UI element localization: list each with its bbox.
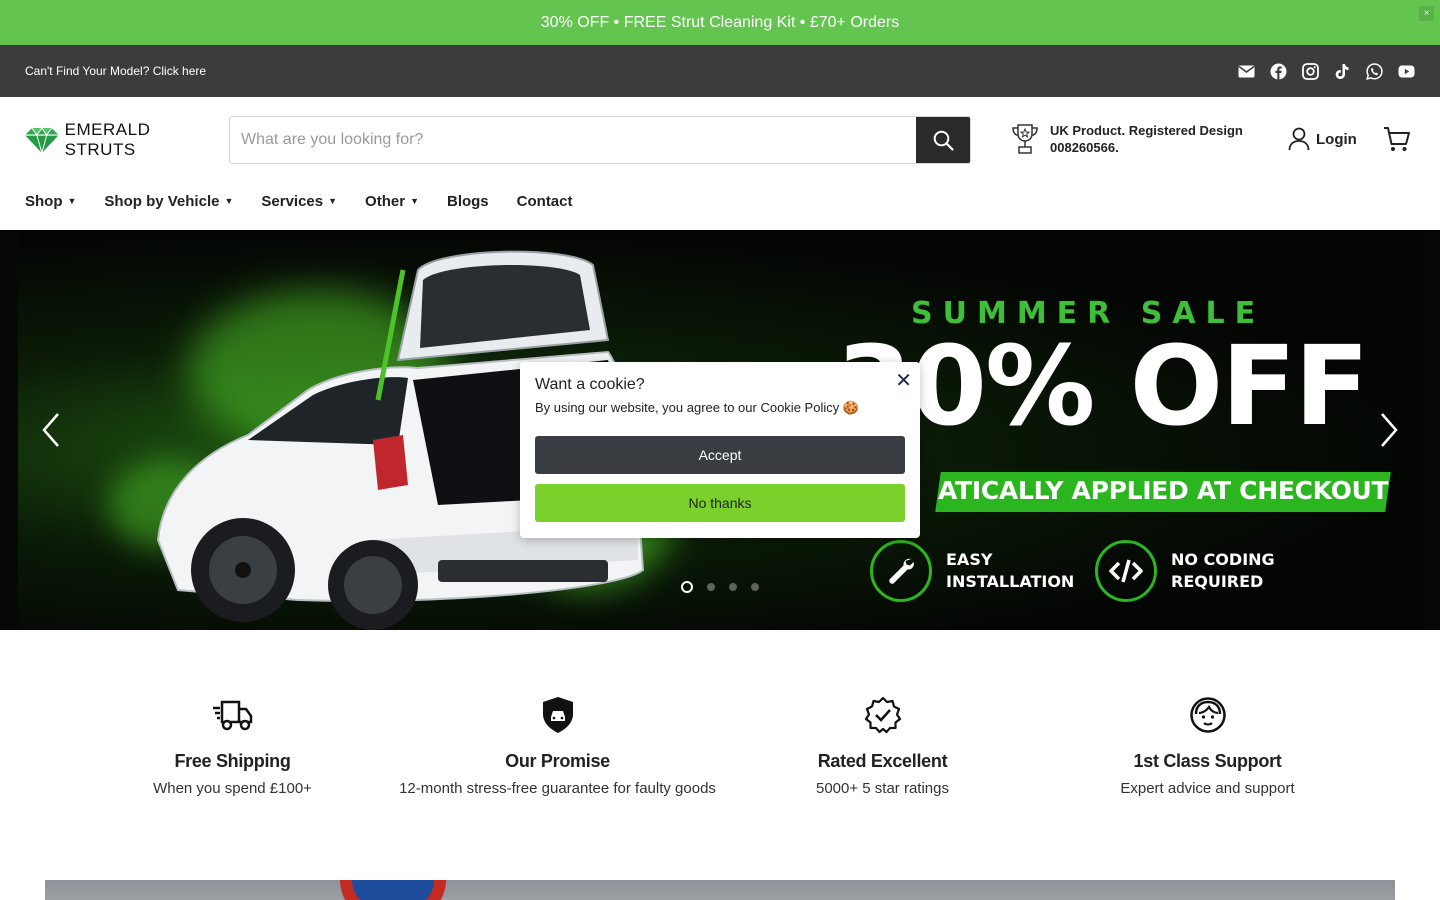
feature-text: NO CODING REQUIRED (1171, 549, 1291, 593)
slide-dot-1[interactable] (681, 581, 693, 593)
login-link[interactable]: Login (1288, 127, 1357, 151)
benefit-text: When you spend £100+ (153, 780, 312, 797)
slide-dot-4[interactable] (751, 583, 759, 591)
feature-line: EASY (946, 550, 993, 569)
search-input[interactable] (230, 117, 916, 163)
site-header: EMERALD STRUTS UK Product. Registered De… (0, 97, 1440, 183)
nav-item-other[interactable]: Other ▼ (365, 193, 419, 210)
chevron-right-icon (1381, 413, 1398, 447)
email-icon[interactable] (1237, 62, 1255, 80)
nav-item-shop-by-vehicle[interactable]: Shop by Vehicle ▼ (104, 193, 233, 210)
feature-line: NO CODING (1171, 550, 1275, 569)
nav-item-shop[interactable]: Shop ▼ (25, 193, 76, 210)
benefit-our-promise: Our Promise 12-month stress-free guarant… (395, 695, 720, 799)
login-label: Login (1316, 130, 1357, 148)
benefit-title: Our Promise (505, 751, 610, 771)
emerald-gem-icon (25, 127, 59, 153)
nav-item-services[interactable]: Services ▼ (261, 193, 337, 210)
trophy-icon (1012, 124, 1038, 154)
benefit-title: Free Shipping (174, 751, 291, 771)
chevron-down-icon: ▼ (328, 196, 338, 206)
benefit-title: Rated Excellent (817, 751, 948, 771)
announcement-text: 30% OFF • FREE Strut Cleaning Kit • £70+… (540, 13, 900, 31)
cookie-text: By using our website, you agree to our C… (535, 400, 860, 415)
benefit-free-shipping: Free Shipping When you spend £100+ (70, 695, 395, 799)
nav-label: Contact (516, 192, 573, 210)
feature-no-coding: NO CODING REQUIRED (1095, 540, 1291, 602)
tiktok-icon[interactable] (1333, 62, 1351, 80)
close-icon[interactable]: ✕ (895, 368, 912, 393)
road-sign-image (340, 880, 446, 900)
nav-label: Services (261, 192, 324, 210)
chevron-down-icon: ▼ (224, 196, 234, 206)
usp-text: UK Product. Registered Design 008260566. (1050, 123, 1243, 155)
search-button[interactable] (916, 117, 970, 163)
search-bar (229, 116, 971, 164)
code-icon (1095, 540, 1157, 602)
promo-banner-image[interactable] (45, 880, 1395, 900)
chevron-down-icon: ▼ (67, 196, 77, 206)
accept-cookies-button[interactable]: Accept (535, 436, 905, 474)
benefit-support: 1st Class Support Expert advice and supp… (1045, 695, 1370, 799)
next-slide-button[interactable] (1378, 410, 1400, 455)
support-agent-icon (1189, 695, 1227, 735)
nav-item-contact[interactable]: Contact (517, 193, 573, 210)
whatsapp-icon[interactable] (1365, 62, 1383, 80)
facebook-icon[interactable] (1269, 62, 1287, 80)
cookie-title: Want a cookie? (535, 376, 645, 393)
slide-dot-2[interactable] (707, 583, 715, 591)
logo-text: EMERALD STRUTS (64, 120, 151, 159)
sale-strip-text: ATICALLY APPLIED AT CHECKOUT (938, 476, 1389, 505)
feature-easy-installation: EASY INSTALLATION (870, 540, 1075, 602)
decline-cookies-button[interactable]: No thanks (535, 484, 905, 522)
benefit-text: Expert advice and support (1120, 780, 1295, 797)
slide-dot-3[interactable] (729, 583, 737, 591)
nav-label: Other (365, 192, 406, 210)
nav-label: Blogs (446, 192, 489, 210)
cart-icon (1384, 127, 1410, 151)
wrench-icon (870, 540, 932, 602)
nav-label: Shop by Vehicle (104, 192, 220, 210)
site-logo[interactable]: EMERALD STRUTS (25, 120, 225, 160)
nav-item-blogs[interactable]: Blogs (447, 193, 489, 210)
benefit-text: 5000+ 5 star ratings (815, 780, 949, 797)
utility-bar: Can't Find Your Model? Click here (0, 45, 1440, 97)
verified-badge-icon (864, 695, 902, 735)
nav-label: Shop (25, 192, 63, 210)
road-sign-inner (352, 880, 434, 900)
announcement-bar: 30% OFF • FREE Strut Cleaning Kit • £70+… (0, 0, 1440, 45)
search-icon (933, 130, 954, 151)
cookie-consent-dialog: Want a cookie? By using our website, you… (520, 362, 920, 538)
user-icon (1288, 127, 1310, 151)
benefit-rated-excellent: Rated Excellent 5000+ 5 star ratings (720, 695, 1045, 799)
delivery-truck-icon (212, 695, 254, 735)
main-nav: Shop ▼ Shop by Vehicle ▼ Services ▼ Other ▼ … (25, 183, 573, 219)
feature-text: EASY INSTALLATION (946, 549, 1075, 593)
benefit-title: 1st Class Support (1133, 751, 1282, 771)
chevron-left-icon (42, 413, 59, 447)
cart-button[interactable] (1383, 126, 1411, 157)
instagram-icon[interactable] (1301, 62, 1319, 80)
close-announcement-button[interactable]: × (1419, 6, 1434, 21)
shield-car-icon (542, 695, 574, 735)
social-links (1237, 62, 1415, 80)
registered-design-usp: UK Product. Registered Design 008260566. (1010, 122, 1250, 156)
benefit-text: 12-month stress-free guarantee for fault… (399, 780, 716, 797)
previous-slide-button[interactable] (40, 410, 62, 455)
feature-line: INSTALLATION (946, 572, 1075, 591)
youtube-icon[interactable] (1397, 62, 1415, 80)
chevron-down-icon: ▼ (410, 196, 419, 206)
slide-pagination (681, 581, 759, 593)
benefits-row: Free Shipping When you spend £100+ Our P… (70, 695, 1370, 799)
find-model-link[interactable]: Can't Find Your Model? Click here (25, 64, 206, 78)
feature-line: REQUIRED (1171, 572, 1264, 591)
